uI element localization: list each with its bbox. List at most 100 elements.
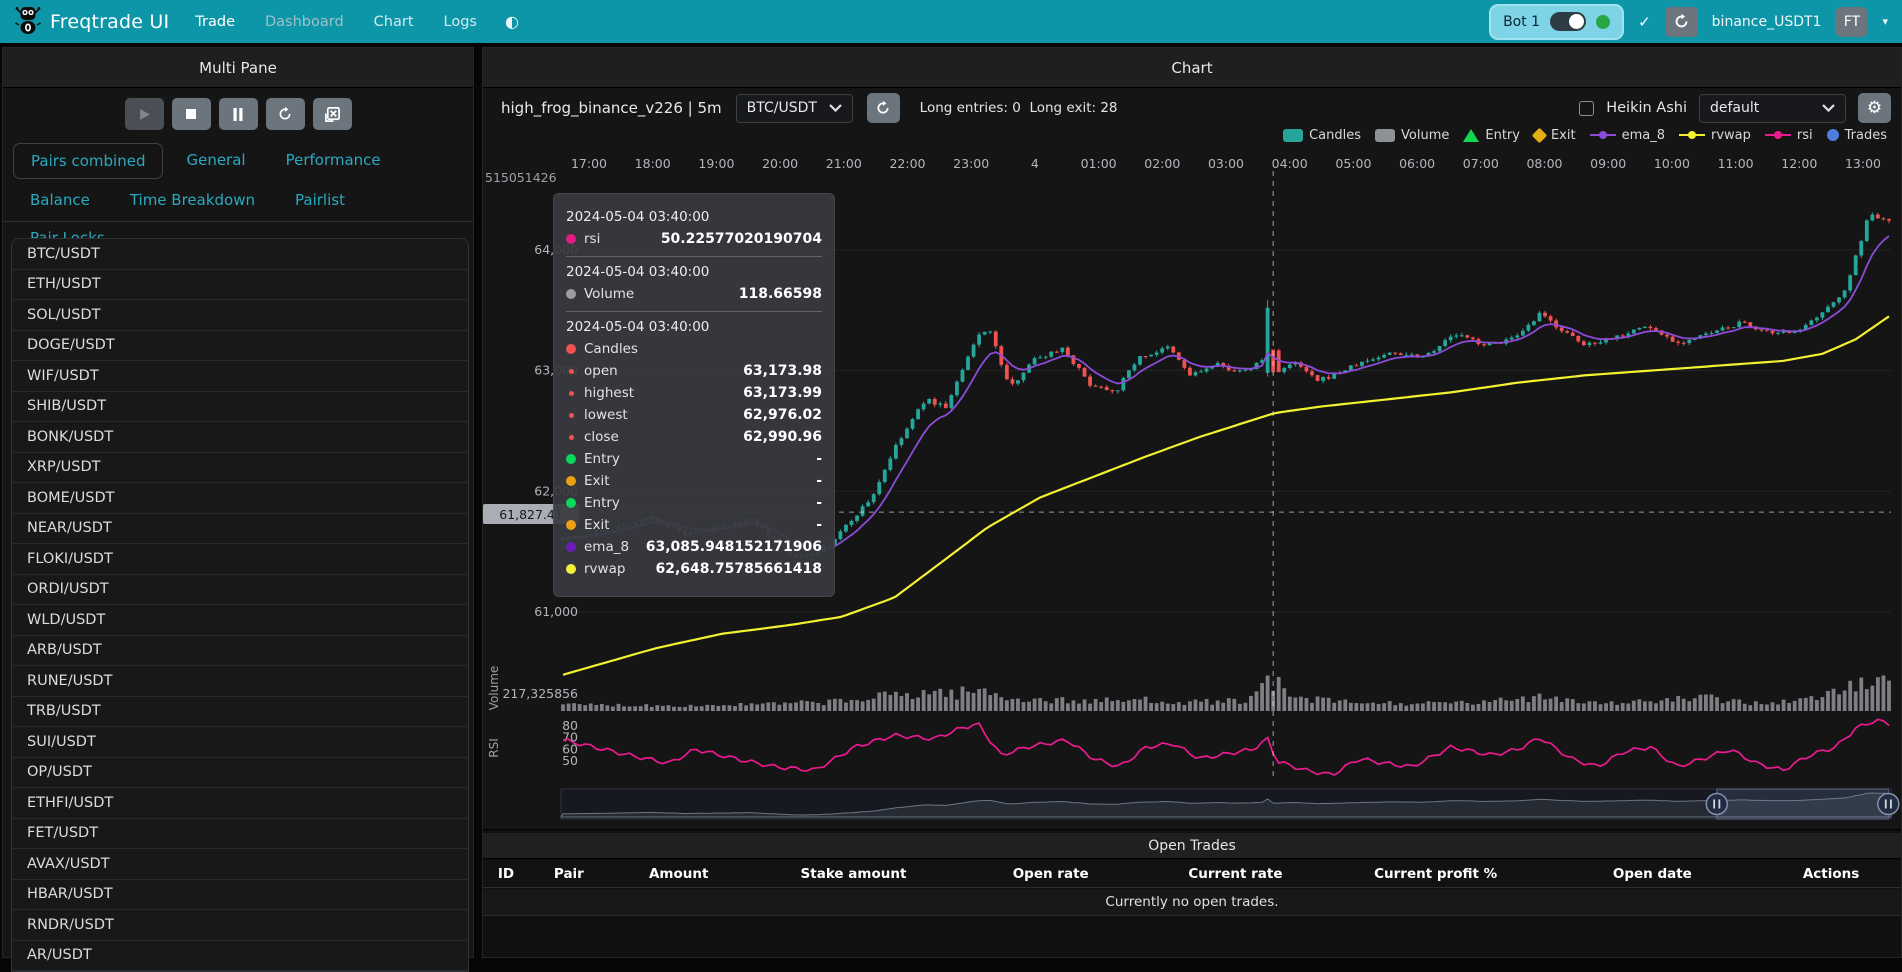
tooltip-section: 2024-05-04 03:40:00Candlesopen63,173.98h… (566, 311, 822, 586)
volume-bar (1887, 681, 1891, 711)
brand[interactable]: Freqtrade UI (14, 4, 169, 40)
pair-list-item[interactable]: BOME/USDT (12, 483, 468, 514)
pair-list-item[interactable]: SHIB/USDT (12, 392, 468, 423)
tooltip-series-label: ema_8 (584, 536, 629, 558)
volume-bar (1704, 694, 1708, 711)
pair-list-item[interactable]: ORDI/USDT (12, 575, 468, 606)
volume-bar (650, 707, 654, 711)
pair-list-item[interactable]: TRB/USDT (12, 697, 468, 728)
datazoom-handle-right[interactable] (1878, 794, 1899, 815)
candle-body (916, 409, 920, 419)
pair-list-item[interactable]: OP/USDT (12, 758, 468, 789)
volume-bar (1427, 701, 1431, 711)
pair-list-item[interactable]: RUNE/USDT (12, 666, 468, 697)
column-header-pair: Pair (529, 866, 609, 882)
check-icon: ✓ (1638, 13, 1651, 31)
volume-bar (1227, 698, 1231, 711)
tab-pairs-combined[interactable]: Pairs combined (13, 143, 163, 179)
bot-running-toggle[interactable] (1550, 12, 1586, 31)
pair-list-item[interactable]: HBAR/USDT (12, 880, 468, 911)
candle-body (1726, 327, 1730, 328)
time-axis-label: 13:00 (1845, 156, 1881, 171)
time-axis-label: 08:00 (1526, 156, 1562, 171)
pair-list-item[interactable]: AR/USDT (12, 941, 468, 972)
volume-bar (1560, 702, 1564, 711)
play-button[interactable] (125, 98, 164, 130)
pair-list-item[interactable]: DOGE/USDT (12, 331, 468, 362)
volume-bar (994, 693, 998, 711)
nav-item-dashboard[interactable]: Dashboard (265, 14, 344, 30)
tab-pairlist[interactable]: Pairlist (278, 183, 362, 217)
nav-item-logs[interactable]: Logs (444, 14, 477, 30)
volume-bar (1055, 698, 1059, 711)
volume-bar (949, 690, 953, 711)
pair-list-item[interactable]: BTC/USDT (12, 239, 468, 270)
pair-list-item[interactable]: ETHFI/USDT (12, 788, 468, 819)
candle-body (1843, 290, 1847, 297)
volume-bar (694, 706, 698, 711)
pause-button[interactable] (219, 98, 258, 130)
tab-general[interactable]: General (169, 143, 262, 179)
volume-bar (1460, 701, 1464, 711)
tab-performance[interactable]: Performance (269, 143, 398, 179)
pair-list-item[interactable]: AVAX/USDT (12, 849, 468, 880)
candle-body (1465, 335, 1469, 337)
stop-button[interactable] (172, 98, 211, 130)
candle-body (1288, 365, 1292, 368)
pair-list-item[interactable]: SUI/USDT (12, 727, 468, 758)
candle-body (1521, 331, 1525, 336)
pair-list-item[interactable]: ETH/USDT (12, 270, 468, 301)
bot-selector[interactable]: Bot 1 (1489, 4, 1624, 40)
volume-bar (1465, 703, 1469, 711)
brand-title[interactable]: Freqtrade UI (50, 11, 169, 33)
nav-item-chart[interactable]: Chart (374, 14, 414, 30)
pair-list-item[interactable]: WIF/USDT (12, 361, 468, 392)
theme-toggle-icon[interactable]: ◐ (505, 12, 519, 31)
volume-bar (816, 703, 820, 711)
tab-time-breakdown[interactable]: Time Breakdown (113, 183, 272, 217)
pair-list-item[interactable]: FET/USDT (12, 819, 468, 850)
pair-list-item[interactable]: NEAR/USDT (12, 514, 468, 545)
candle-body (988, 332, 992, 333)
tooltip-series-label: lowest (584, 404, 628, 426)
user-avatar[interactable]: FT (1835, 7, 1868, 37)
volume-bar (961, 687, 965, 711)
caret-down-icon[interactable]: ▾ (1882, 15, 1888, 28)
refresh-button[interactable] (266, 98, 305, 130)
tooltip-series-label: Exit (584, 470, 610, 492)
volume-bar (777, 705, 781, 711)
volume-bar (628, 707, 632, 711)
nav-item-trade[interactable]: Trade (195, 14, 235, 30)
pair-list-item[interactable]: RNDR/USDT (12, 910, 468, 941)
volume-bar (1371, 703, 1375, 711)
candle-body (1460, 335, 1464, 336)
candle-body (1055, 352, 1059, 353)
volume-bar (1121, 702, 1125, 711)
pair-list-item[interactable]: ARB/USDT (12, 636, 468, 667)
reload-button[interactable] (1665, 7, 1698, 37)
pair-list-item[interactable]: SOL/USDT (12, 300, 468, 331)
datazoom-handle-left[interactable] (1706, 794, 1727, 815)
pair-list-item[interactable]: WLD/USDT (12, 605, 468, 636)
candle-body (900, 438, 904, 445)
panel-splitter[interactable] (474, 47, 482, 958)
candle-body (1022, 373, 1026, 381)
clear-layout-button[interactable] (313, 98, 352, 130)
tooltip-series-value: 62,990.96 (743, 426, 822, 448)
pair-list-item[interactable]: XRP/USDT (12, 453, 468, 484)
volume-bar (800, 700, 804, 711)
volume-bar (1099, 702, 1103, 711)
candle-body (1454, 335, 1458, 336)
candle-body (1116, 390, 1120, 391)
volume-bar (1876, 677, 1880, 711)
volume-bar (1793, 701, 1797, 711)
pair-list-item[interactable]: FLOKI/USDT (12, 544, 468, 575)
price-axis-label: 61,000 (534, 604, 578, 619)
volume-bar (1721, 703, 1725, 711)
volume-bar (1826, 691, 1830, 711)
candle-body (877, 482, 881, 494)
pair-list-item[interactable]: BONK/USDT (12, 422, 468, 453)
tooltip-series-label: Entry (584, 492, 620, 514)
tab-balance[interactable]: Balance (13, 183, 107, 217)
candle-body (1654, 328, 1658, 330)
